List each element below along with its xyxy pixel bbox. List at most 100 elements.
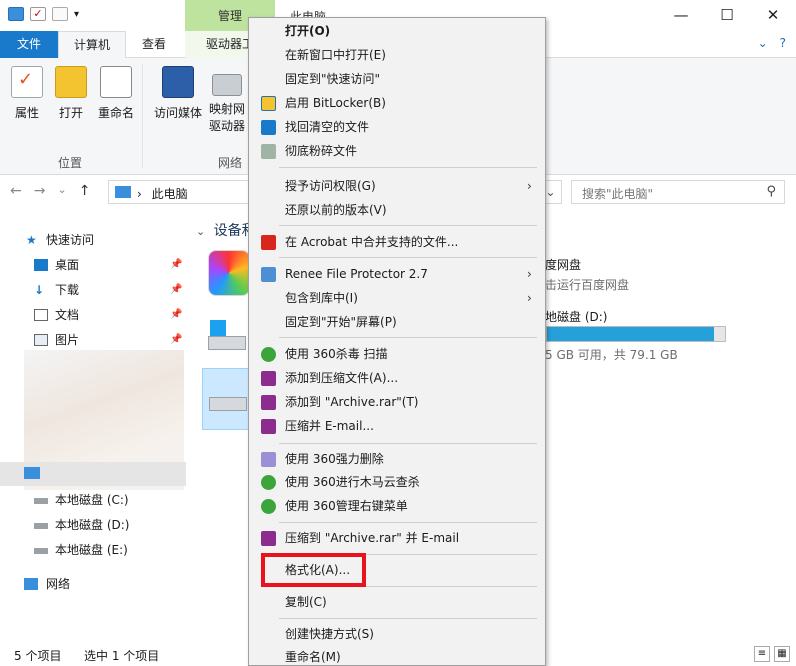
- network-drive-icon: [212, 74, 242, 96]
- media-icon: [162, 66, 194, 98]
- menu-separator: [279, 618, 537, 619]
- baidu-drive-icon[interactable]: [208, 250, 250, 296]
- shield-icon: [261, 96, 276, 111]
- menu-360-force-delete[interactable]: 使用 360强力删除: [249, 448, 545, 470]
- recover-icon: [261, 120, 276, 135]
- submenu-arrow-icon: ›: [527, 267, 532, 281]
- section-header[interactable]: ⌄ 设备和: [196, 220, 256, 240]
- drive-d-capacity-fill: [547, 327, 715, 341]
- menu-shred[interactable]: 彻底粉碎文件: [249, 140, 545, 162]
- menu-add-archive[interactable]: 添加到压缩文件(A)...: [249, 367, 545, 389]
- winrar-icon: [261, 371, 276, 386]
- nav-documents[interactable]: 文档 📌: [0, 304, 186, 326]
- tab-computer[interactable]: 计算机: [58, 31, 126, 58]
- nav-quick-access[interactable]: ★ 快速访问: [0, 229, 186, 251]
- desktop-icon: [34, 259, 48, 271]
- menu-renee-label: Renee File Protector 2.7: [285, 267, 428, 281]
- ribbon-expand-icon[interactable]: ⌄: [758, 36, 768, 50]
- nav-downloads-label: 下载: [55, 283, 80, 297]
- nav-drive-c[interactable]: 本地磁盘 (C:): [0, 489, 186, 511]
- pictures-icon: [34, 334, 48, 346]
- computer-icon: [115, 186, 131, 198]
- forward-arrow-icon[interactable]: →: [34, 183, 46, 199]
- qat-dropdown-icon[interactable]: ▾: [74, 9, 79, 20]
- details-view-icon[interactable]: ≡: [754, 646, 770, 662]
- menu-separator: [279, 225, 537, 226]
- menu-add-archive-rar[interactable]: 添加到 "Archive.rar"(T): [249, 391, 545, 413]
- properties-button[interactable]: 属性: [8, 66, 46, 121]
- help-icon[interactable]: ?: [780, 36, 786, 50]
- drive-icon: [34, 498, 48, 504]
- menu-include-library-label: 包含到库中(I): [285, 291, 358, 305]
- address-bar[interactable]: › 此电脑: [108, 180, 248, 204]
- new-folder-icon[interactable]: [52, 7, 68, 21]
- nav-this-pc-highlight[interactable]: [0, 462, 186, 486]
- close-button[interactable]: ✕: [750, 0, 796, 31]
- map-drive-button[interactable]: 映射网 驱动器: [205, 66, 249, 134]
- pin-icon[interactable]: 📌: [170, 329, 182, 351]
- rename-button[interactable]: 重命名: [94, 66, 138, 121]
- nav-downloads[interactable]: ↓ 下载 📌: [0, 279, 186, 301]
- minimize-button[interactable]: —: [658, 0, 704, 31]
- menu-360-scan[interactable]: 使用 360杀毒 扫描: [249, 343, 545, 365]
- pin-icon[interactable]: 📌: [170, 279, 182, 301]
- search-input[interactable]: 搜索"此电脑" ⚲: [571, 180, 785, 204]
- baidu-drive-title[interactable]: 度网盘: [545, 256, 581, 273]
- pin-icon[interactable]: 📌: [170, 254, 182, 276]
- menu-bitlocker[interactable]: 启用 BitLocker(B): [249, 92, 545, 114]
- map-drive-label-1: 映射网: [208, 102, 245, 116]
- folder-open-icon: [55, 66, 87, 98]
- nav-pictures[interactable]: 图片 📌: [0, 329, 186, 351]
- maximize-button[interactable]: ☐: [704, 0, 750, 31]
- menu-360-trojan[interactable]: 使用 360进行木马云查杀: [249, 471, 545, 493]
- menu-open[interactable]: 打开(O): [249, 20, 545, 42]
- up-arrow-icon[interactable]: ↑: [79, 183, 91, 199]
- menu-renee[interactable]: Renee File Protector 2.7 ›: [249, 263, 545, 285]
- breadcrumb[interactable]: › 此电脑: [137, 185, 188, 202]
- nav-drive-e[interactable]: 本地磁盘 (E:): [0, 539, 186, 561]
- nav-desktop-label: 桌面: [55, 258, 80, 272]
- access-media-button[interactable]: 访问媒体: [148, 66, 208, 121]
- menu-open-label: 打开(O): [285, 24, 331, 38]
- renee-icon: [261, 267, 276, 282]
- nav-desktop[interactable]: 桌面 📌: [0, 254, 186, 276]
- pin-icon[interactable]: 📌: [170, 304, 182, 326]
- menu-copy[interactable]: 复制(C): [249, 591, 545, 613]
- drive-c-tile[interactable]: [208, 318, 248, 358]
- nav-drive-d[interactable]: 本地磁盘 (D:): [0, 514, 186, 536]
- breadcrumb-separator: ›: [137, 187, 142, 201]
- drive-d-title[interactable]: 地磁盘 (D:): [545, 308, 607, 325]
- drive-d-tile-selected[interactable]: [202, 368, 252, 430]
- computer-icon[interactable]: [8, 7, 24, 21]
- menu-360-manage[interactable]: 使用 360管理右键菜单: [249, 495, 545, 517]
- tab-view[interactable]: 查看: [130, 31, 178, 58]
- menu-restore-previous[interactable]: 还原以前的版本(V): [249, 199, 545, 221]
- tab-file[interactable]: 文件: [0, 31, 58, 58]
- menu-360-trojan-label: 使用 360进行木马云查杀: [285, 475, 420, 489]
- nav-network[interactable]: 网络: [0, 573, 186, 595]
- properties-icon: [11, 66, 43, 98]
- large-icons-view-icon[interactable]: ▦: [774, 646, 790, 662]
- menu-grant-access-label: 授予访问权限(G): [285, 179, 376, 193]
- collapse-chevron-icon[interactable]: ⌄: [196, 225, 205, 238]
- menu-acrobat[interactable]: 在 Acrobat 中合并支持的文件...: [249, 231, 545, 253]
- menu-pin-quick-access[interactable]: 固定到"快速访问": [249, 68, 545, 90]
- menu-shred-label: 彻底粉碎文件: [285, 144, 358, 158]
- menu-create-shortcut[interactable]: 创建快捷方式(S): [249, 623, 545, 645]
- recent-locations-icon[interactable]: ⌄: [57, 183, 66, 199]
- open-button[interactable]: 打开: [52, 66, 90, 121]
- menu-rename[interactable]: 重命名(M): [249, 646, 545, 666]
- menu-recover[interactable]: 找回清空的文件: [249, 116, 545, 138]
- properties-icon[interactable]: ✓: [30, 7, 46, 21]
- menu-grant-access[interactable]: 授予访问权限(G) ›: [249, 175, 545, 197]
- windows-logo-icon: [210, 320, 226, 336]
- back-arrow-icon[interactable]: ←: [10, 183, 22, 199]
- breadcrumb-this-pc[interactable]: 此电脑: [152, 187, 188, 201]
- nav-pictures-label: 图片: [55, 333, 80, 347]
- menu-open-new-window-label: 在新窗口中打开(E): [285, 48, 386, 62]
- menu-include-library[interactable]: 包含到库中(I) ›: [249, 287, 545, 309]
- menu-compress-email[interactable]: 压缩并 E-mail...: [249, 415, 545, 437]
- menu-pin-start[interactable]: 固定到"开始"屏幕(P): [249, 311, 545, 333]
- menu-open-new-window[interactable]: 在新窗口中打开(E): [249, 44, 545, 66]
- menu-compress-rar-email[interactable]: 压缩到 "Archive.rar" 并 E-mail: [249, 527, 545, 549]
